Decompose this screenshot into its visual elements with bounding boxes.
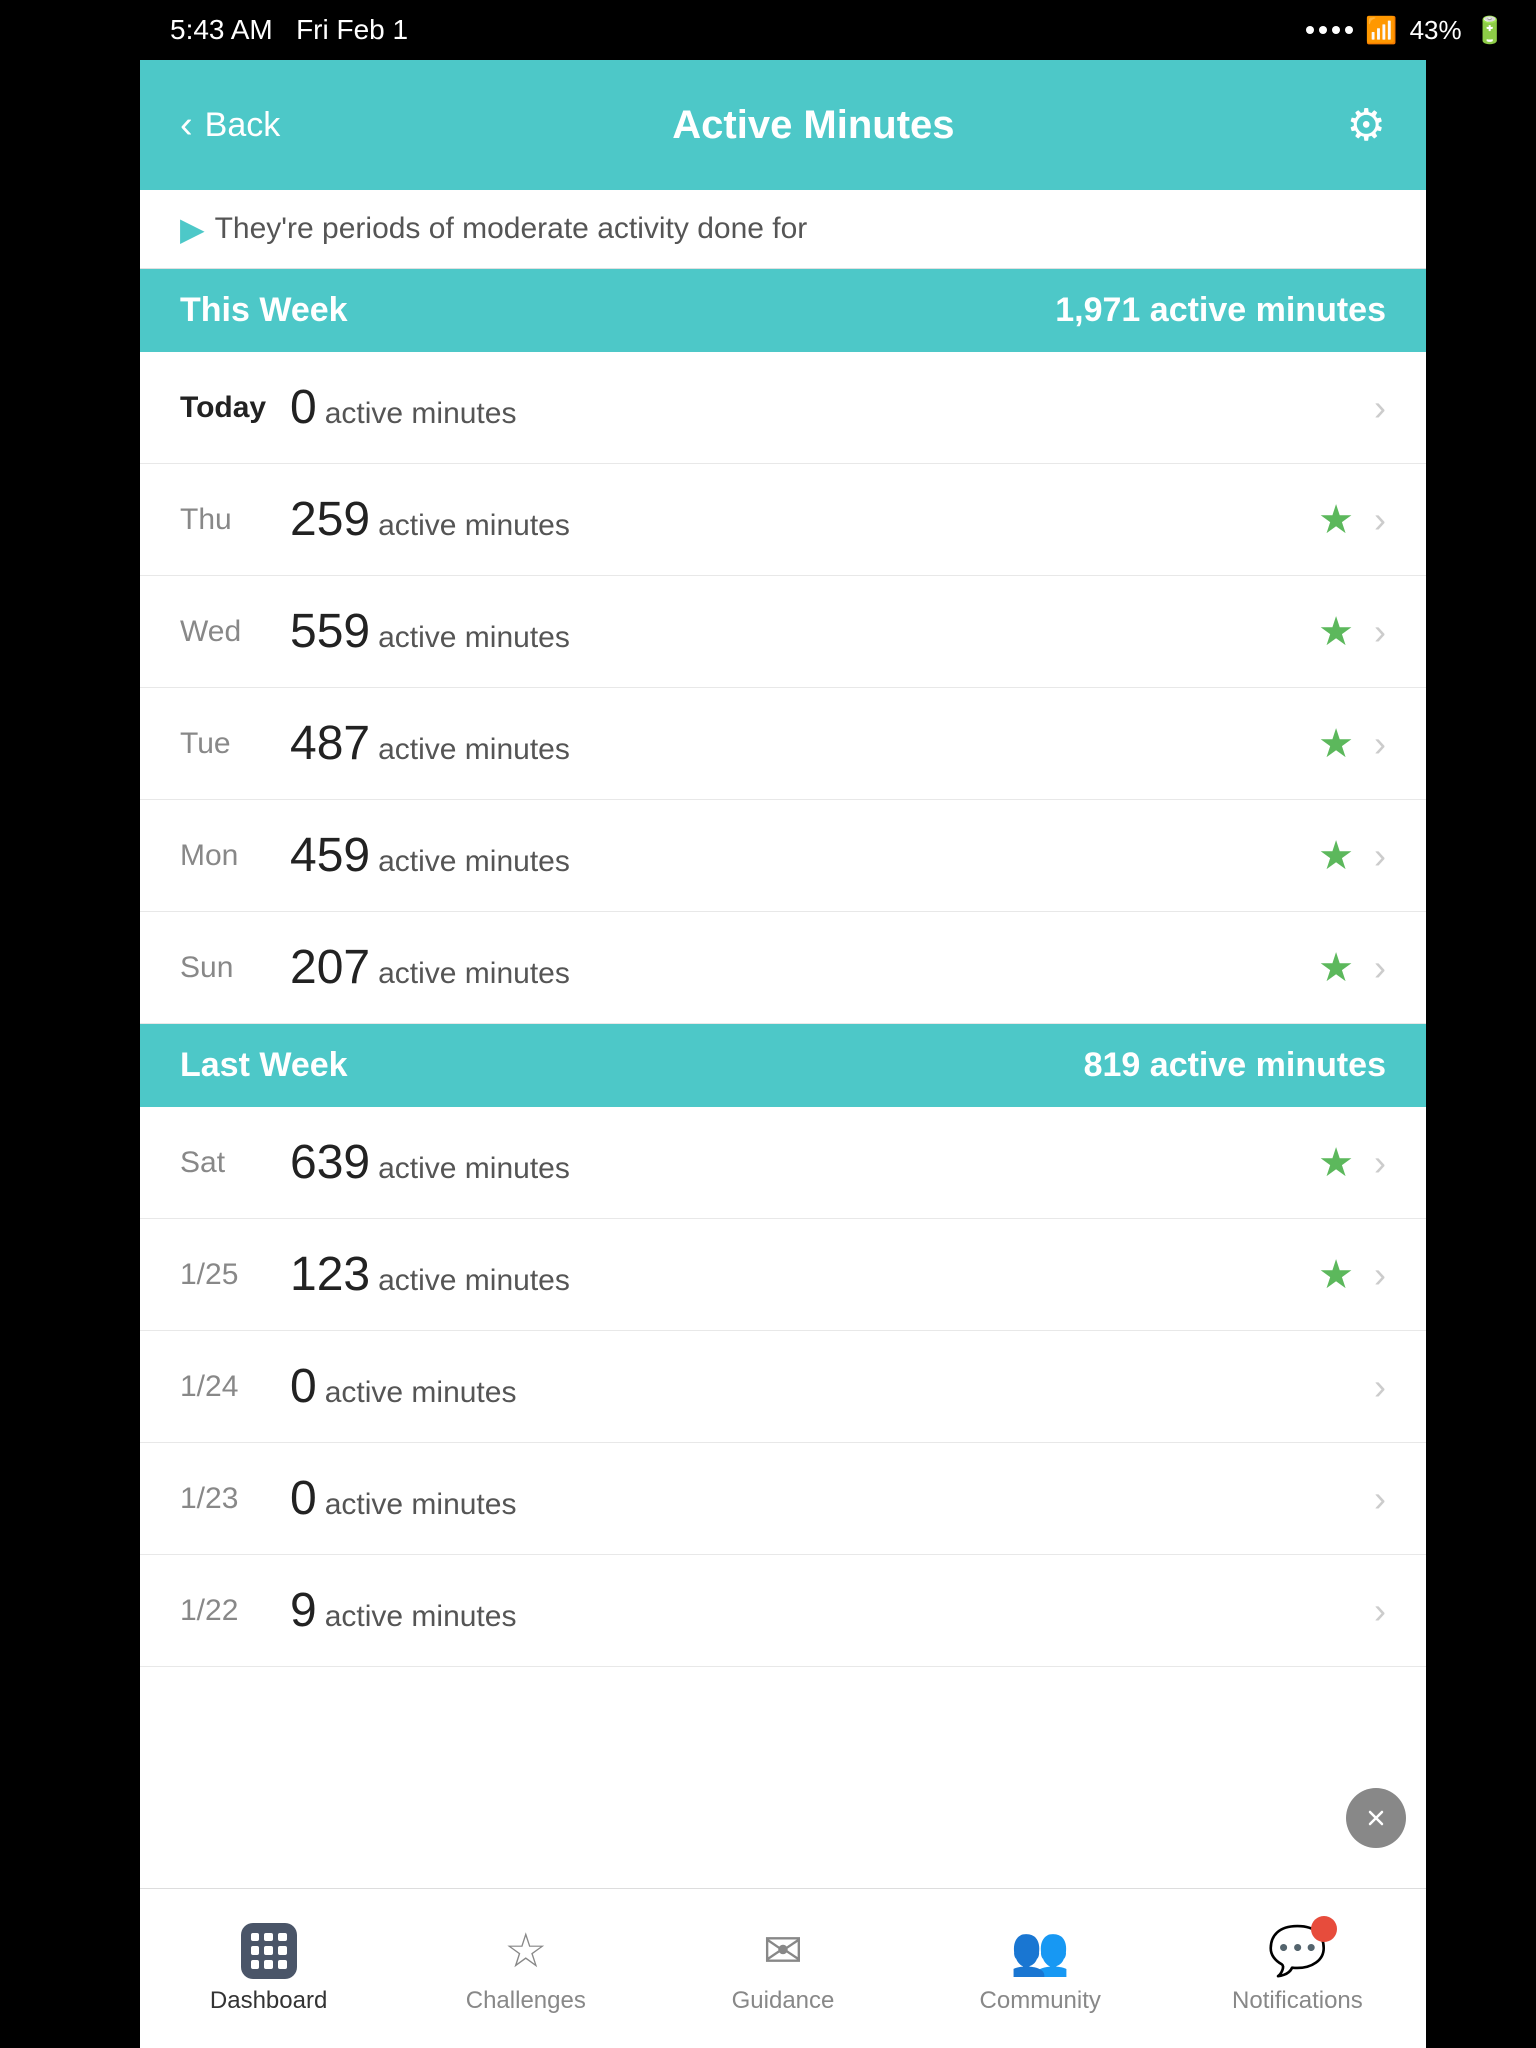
battery-indicator: 43%	[1410, 15, 1462, 46]
tab-guidance-label: Guidance	[732, 1987, 835, 2015]
chevron-right-icon: ›	[1374, 1142, 1386, 1184]
day-label-1-25: 1/25	[180, 1258, 290, 1292]
play-icon: ▶	[180, 210, 205, 248]
this-week-total: 1,971 active minutes	[1055, 291, 1386, 330]
chevron-right-icon: ›	[1374, 1254, 1386, 1296]
day-minutes-tue: 487active minutes	[290, 716, 1318, 771]
dashboard-icon	[241, 1923, 297, 1979]
row-1-24[interactable]: 1/24 0active minutes ›	[140, 1331, 1426, 1443]
tab-dashboard-label: Dashboard	[210, 1987, 327, 2015]
back-chevron-icon: ‹	[180, 104, 193, 147]
star-icon-sat: ★	[1318, 1140, 1354, 1186]
resize-handle[interactable]	[1346, 1788, 1406, 1848]
chevron-right-icon: ›	[1374, 835, 1386, 877]
chevron-right-icon: ›	[1374, 1478, 1386, 1520]
day-minutes-thu: 259active minutes	[290, 492, 1318, 547]
day-minutes-1-22: 9active minutes	[290, 1583, 1374, 1638]
star-icon-wed: ★	[1318, 609, 1354, 655]
chevron-right-icon: ›	[1374, 947, 1386, 989]
tab-guidance[interactable]: ✉ Guidance	[654, 1889, 911, 2048]
row-1-22[interactable]: 1/22 9active minutes ›	[140, 1555, 1426, 1667]
last-week-header: Last Week 819 active minutes	[140, 1024, 1426, 1107]
row-mon[interactable]: Mon 459active minutes ★ ›	[140, 800, 1426, 912]
tab-dashboard[interactable]: Dashboard	[140, 1889, 397, 2048]
day-minutes-1-25: 123active minutes	[290, 1247, 1318, 1302]
status-bar: 5:43 AM Fri Feb 1 📶 43% 🔋	[140, 0, 1536, 60]
day-label-sat: Sat	[180, 1146, 290, 1180]
chevron-right-icon: ›	[1374, 723, 1386, 765]
day-minutes-mon: 459active minutes	[290, 828, 1318, 883]
row-today[interactable]: Today 0active minutes ›	[140, 352, 1426, 464]
day-minutes-wed: 559active minutes	[290, 604, 1318, 659]
star-icon-mon: ★	[1318, 833, 1354, 879]
battery-icon: 🔋	[1474, 15, 1506, 46]
star-icon-thu: ★	[1318, 497, 1354, 543]
last-week-total: 819 active minutes	[1084, 1046, 1386, 1085]
day-minutes-1-24: 0active minutes	[290, 1359, 1374, 1414]
day-label-1-23: 1/23	[180, 1482, 290, 1516]
day-label-sun: Sun	[180, 951, 290, 985]
app-container: ‹ Back Active Minutes ⚙ ▶ They're period…	[140, 0, 1426, 2048]
day-minutes-1-23: 0active minutes	[290, 1471, 1374, 1526]
day-label-today: Today	[180, 391, 290, 425]
chevron-right-icon: ›	[1374, 1366, 1386, 1408]
row-tue[interactable]: Tue 487active minutes ★ ›	[140, 688, 1426, 800]
row-wed[interactable]: Wed 559active minutes ★ ›	[140, 576, 1426, 688]
day-label-tue: Tue	[180, 727, 290, 761]
challenges-icon: ☆	[504, 1923, 547, 1979]
page-header: ‹ Back Active Minutes ⚙	[140, 60, 1426, 190]
settings-icon[interactable]: ⚙	[1347, 100, 1386, 151]
star-icon-1-25: ★	[1318, 1252, 1354, 1298]
description-partial: ▶ They're periods of moderate activity d…	[140, 190, 1426, 269]
tab-notifications-label: Notifications	[1232, 1987, 1363, 2015]
row-1-23[interactable]: 1/23 0active minutes ›	[140, 1443, 1426, 1555]
day-minutes-sun: 207active minutes	[290, 940, 1318, 995]
this-week-label: This Week	[180, 291, 348, 330]
notification-badge	[1311, 1916, 1337, 1942]
day-label-1-24: 1/24	[180, 1370, 290, 1404]
tab-community[interactable]: 👥 Community	[912, 1889, 1169, 2048]
back-label: Back	[205, 106, 281, 145]
chevron-right-icon: ›	[1374, 1590, 1386, 1632]
row-1-25[interactable]: 1/25 123active minutes ★ ›	[140, 1219, 1426, 1331]
wifi-icon: 📶	[1365, 15, 1397, 46]
star-icon-sun: ★	[1318, 945, 1354, 991]
scroll-content[interactable]: ▶ They're periods of moderate activity d…	[140, 190, 1426, 1888]
page-title: Active Minutes	[672, 103, 954, 148]
description-text: They're periods of moderate activity don…	[215, 212, 808, 246]
row-sun[interactable]: Sun 207active minutes ★ ›	[140, 912, 1426, 1024]
this-week-header: This Week 1,971 active minutes	[140, 269, 1426, 352]
day-minutes-sat: 639active minutes	[290, 1135, 1318, 1190]
tab-challenges[interactable]: ☆ Challenges	[397, 1889, 654, 2048]
day-label-1-22: 1/22	[180, 1594, 290, 1628]
last-week-label: Last Week	[180, 1046, 348, 1085]
tab-challenges-label: Challenges	[466, 1987, 586, 2015]
tab-notifications[interactable]: 💬 Notifications	[1169, 1889, 1426, 2048]
guidance-icon: ✉	[763, 1923, 803, 1979]
signal-icon	[1306, 26, 1353, 34]
day-label-wed: Wed	[180, 615, 290, 649]
day-label-mon: Mon	[180, 839, 290, 873]
status-right: 📶 43% 🔋	[1306, 15, 1506, 46]
status-time: 5:43 AM Fri Feb 1	[170, 14, 408, 46]
day-minutes-today: 0active minutes	[290, 380, 1374, 435]
community-icon: 👥	[1010, 1922, 1070, 1979]
tab-bar: Dashboard ☆ Challenges ✉ Guidance 👥 Comm…	[140, 1888, 1426, 2048]
row-sat[interactable]: Sat 639active minutes ★ ›	[140, 1107, 1426, 1219]
chevron-right-icon: ›	[1374, 387, 1386, 429]
back-button[interactable]: ‹ Back	[180, 104, 280, 147]
day-label-thu: Thu	[180, 503, 290, 537]
tab-community-label: Community	[980, 1987, 1101, 2015]
row-thu[interactable]: Thu 259active minutes ★ ›	[140, 464, 1426, 576]
chevron-right-icon: ›	[1374, 499, 1386, 541]
star-icon-tue: ★	[1318, 721, 1354, 767]
chevron-right-icon: ›	[1374, 611, 1386, 653]
